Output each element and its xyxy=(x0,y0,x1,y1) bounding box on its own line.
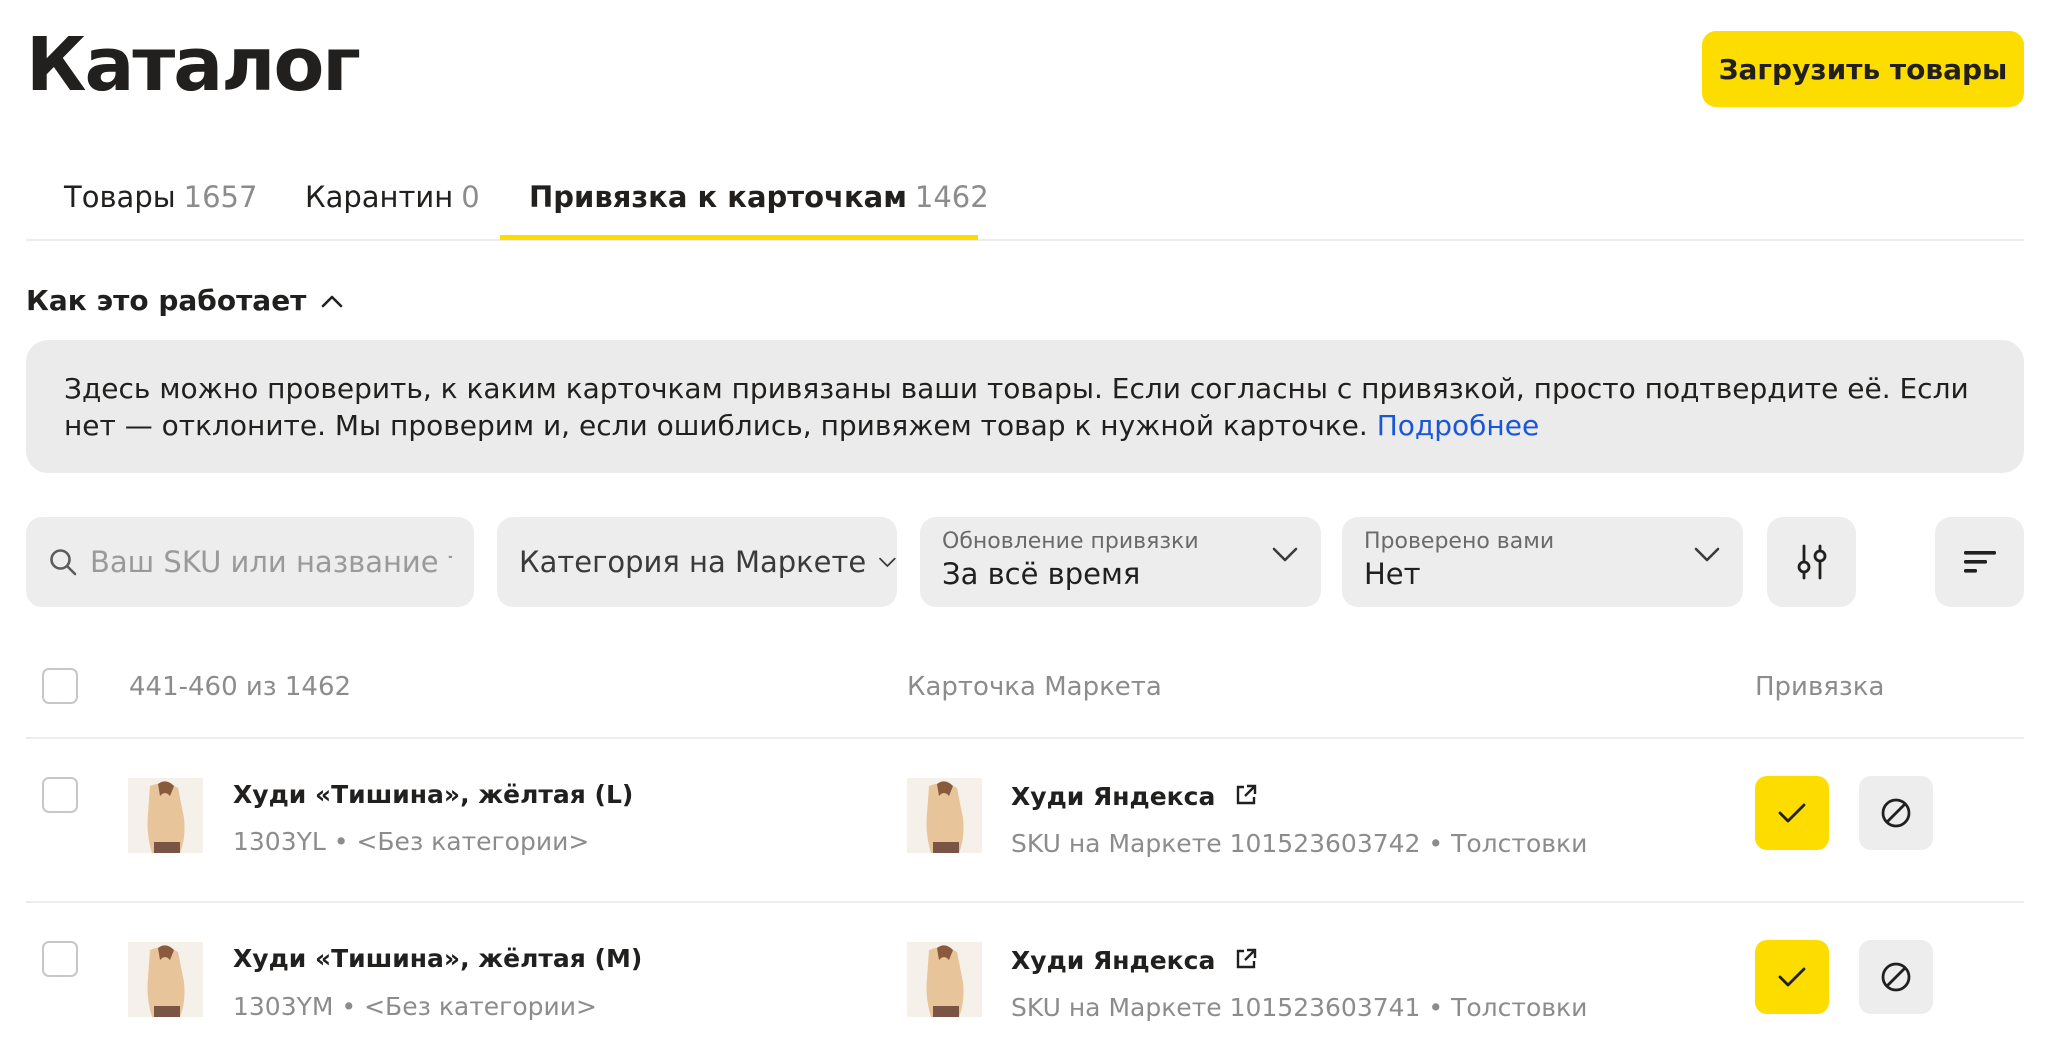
chevron-up-icon xyxy=(322,295,343,307)
check-icon xyxy=(1778,803,1806,823)
market-card-meta: SKU на Маркете 101523603741 • Толстовки xyxy=(1011,993,1588,1022)
catalog-tabs: Товары 1657 Карантин 0 Привязка к карточка… xyxy=(26,168,2024,241)
search-icon xyxy=(50,549,77,576)
reject-binding-button[interactable] xyxy=(1859,776,1933,850)
tab-label: Товары xyxy=(64,180,176,214)
how-it-works-info: Здесь можно проверить, к каким карточкам… xyxy=(26,340,2024,473)
chevron-down-icon xyxy=(879,557,896,567)
table-header-divider xyxy=(26,737,2024,739)
market-card-name: Худи Яндекса xyxy=(1011,946,1216,975)
market-card-link[interactable]: Худи Яндекса xyxy=(1011,946,1258,975)
search-input[interactable]: Ваш SKU или название товара xyxy=(26,517,474,607)
catalog-page: Каталог Загрузить товары Товары 1657 Кара… xyxy=(0,0,2048,1056)
product-meta: 1303YL • <Без категории> xyxy=(233,827,590,856)
row-checkbox[interactable] xyxy=(42,941,78,977)
page-title: Каталог xyxy=(26,22,361,108)
tab-count: 0 xyxy=(461,180,480,214)
search-placeholder: Ваш SKU или название товара xyxy=(90,545,452,579)
product-name[interactable]: Худи «Тишина», жёлтая (M) xyxy=(233,944,642,973)
sliders-icon xyxy=(1797,544,1826,580)
external-link-icon xyxy=(1236,784,1257,805)
accept-binding-button[interactable] xyxy=(1755,776,1829,850)
product-meta: 1303YM • <Без категории> xyxy=(233,992,597,1021)
tab-card-binding[interactable]: Привязка к карточкам 1462 xyxy=(529,180,989,214)
select-all-checkbox[interactable] xyxy=(42,668,78,704)
tab-quarantine[interactable]: Карантин 0 xyxy=(305,180,480,214)
sort-button[interactable] xyxy=(1935,517,2024,607)
hoodie-image xyxy=(907,778,982,853)
tab-label: Карантин xyxy=(305,180,454,214)
product-image xyxy=(128,778,203,853)
market-card-image xyxy=(907,778,982,853)
chevron-down-icon xyxy=(1694,547,1720,562)
tab-label: Привязка к карточкам xyxy=(529,180,907,214)
reject-binding-button[interactable] xyxy=(1859,940,1933,1014)
checked-by-you-label: Проверено вами xyxy=(1364,529,1555,554)
hoodie-image xyxy=(128,778,203,853)
pagination-range: 441-460 из 1462 xyxy=(129,672,352,702)
market-card-link[interactable]: Худи Яндекса xyxy=(1011,782,1258,811)
accept-binding-button[interactable] xyxy=(1755,940,1829,1014)
filter-settings-button[interactable] xyxy=(1767,517,1856,607)
external-link-icon xyxy=(1236,948,1257,969)
block-icon xyxy=(1881,798,1911,828)
market-card-image xyxy=(907,942,982,1017)
product-name[interactable]: Худи «Тишина», жёлтая (L) xyxy=(233,780,633,809)
category-filter-label: Категория на Маркете xyxy=(519,545,867,579)
sort-icon xyxy=(1963,551,1996,573)
category-filter[interactable]: Категория на Маркете xyxy=(497,517,897,607)
info-text: Здесь можно проверить, к каким карточкам… xyxy=(64,372,1969,442)
checked-by-you-value: Нет xyxy=(1364,557,1421,591)
block-icon xyxy=(1881,962,1911,992)
update-period-value: За всё время xyxy=(942,557,1141,591)
product-image xyxy=(128,942,203,1017)
upload-products-button[interactable]: Загрузить товары xyxy=(1702,31,2024,107)
row-divider xyxy=(26,901,2024,903)
chevron-down-icon xyxy=(1272,547,1298,562)
update-period-select[interactable]: Обновление привязки За всё время xyxy=(920,517,1321,607)
learn-more-link[interactable]: Подробнее xyxy=(1377,409,1539,442)
tab-count: 1462 xyxy=(914,180,989,214)
row-checkbox[interactable] xyxy=(42,777,78,813)
update-period-label: Обновление привязки xyxy=(942,529,1199,554)
how-it-works-label: Как это работает xyxy=(26,284,307,317)
check-icon xyxy=(1778,967,1806,987)
hoodie-image xyxy=(907,942,982,1017)
how-it-works-toggle[interactable]: Как это работает xyxy=(26,284,344,317)
active-tab-indicator xyxy=(500,235,978,240)
hoodie-image xyxy=(128,942,203,1017)
market-card-name: Худи Яндекса xyxy=(1011,782,1216,811)
column-header-binding: Привязка xyxy=(1755,672,1885,702)
market-card-meta: SKU на Маркете 101523603742 • Толстовки xyxy=(1011,829,1588,858)
checked-by-you-select[interactable]: Проверено вами Нет xyxy=(1342,517,1743,607)
tab-count: 1657 xyxy=(183,180,258,214)
tab-products[interactable]: Товары 1657 xyxy=(64,180,257,214)
column-header-card: Карточка Маркета xyxy=(907,672,1162,702)
